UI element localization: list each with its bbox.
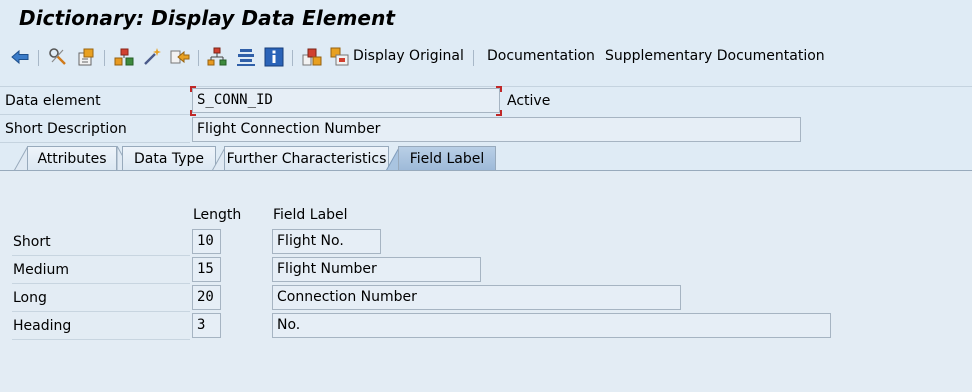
label-field-long[interactable]: Connection Number: [272, 285, 681, 310]
field-label-panel: Length Field Label Short 10 Flight No. M…: [0, 170, 972, 392]
list-icon[interactable]: [236, 47, 256, 67]
short-description-label: Short Description: [5, 121, 127, 137]
label-field-heading[interactable]: No.: [272, 313, 831, 338]
activate-icon[interactable]: [76, 47, 96, 67]
row-label-medium: Medium: [13, 262, 69, 278]
focus-corner: [190, 86, 196, 92]
toolbar-separator: [473, 50, 474, 66]
tab-edge: [14, 146, 28, 171]
length-column-header: Length: [193, 207, 242, 223]
length-field-long[interactable]: 20: [192, 285, 221, 310]
tab-data-type[interactable]: Data Type: [122, 146, 216, 171]
navigate-icon[interactable]: [170, 47, 190, 67]
divider: [0, 142, 190, 143]
tab-field-label[interactable]: Field Label: [398, 146, 496, 171]
short-description-field[interactable]: Flight Connection Number: [192, 117, 801, 142]
data-element-field[interactable]: S_CONN_ID: [192, 88, 500, 113]
divider: [12, 283, 190, 284]
back-icon[interactable]: [10, 47, 30, 67]
focus-corner: [190, 110, 196, 116]
row-label-short: Short: [13, 234, 51, 250]
divider: [12, 311, 190, 312]
row-label-heading: Heading: [13, 318, 72, 334]
label-field-short[interactable]: Flight No.: [272, 229, 381, 254]
tab-strip: Attributes Data Type Further Characteris…: [0, 146, 972, 172]
toolbar-separator: [292, 50, 293, 66]
window-title: Dictionary: Display Data Element: [19, 6, 396, 30]
length-field-medium[interactable]: 15: [192, 257, 221, 282]
label-field-medium[interactable]: Flight Number: [272, 257, 481, 282]
length-field-short[interactable]: 10: [192, 229, 221, 254]
magic-wand-icon[interactable]: [142, 47, 162, 67]
divider: [0, 86, 972, 87]
hierarchy-icon[interactable]: [207, 47, 227, 67]
length-field-heading[interactable]: 3: [192, 313, 221, 338]
toolbar-separator: [198, 50, 199, 66]
other-object-icon[interactable]: [302, 47, 322, 67]
documentation-button[interactable]: Documentation: [487, 48, 595, 64]
status-text: Active: [507, 93, 551, 109]
info-icon[interactable]: [264, 47, 284, 67]
display-change-icon[interactable]: [48, 47, 68, 67]
divider: [0, 114, 190, 115]
supplementary-documentation-button[interactable]: Supplementary Documentation: [605, 48, 825, 64]
data-element-label: Data element: [5, 93, 101, 109]
focus-corner: [496, 110, 502, 116]
tab-attributes[interactable]: Attributes: [27, 146, 117, 171]
title-bar: Dictionary: Display Data Element: [0, 0, 972, 36]
where-used-icon[interactable]: [114, 47, 134, 67]
toolbar-separator: [38, 50, 39, 66]
divider: [12, 339, 190, 340]
display-original-icon[interactable]: [330, 47, 350, 67]
display-original-button[interactable]: Display Original: [353, 48, 464, 64]
toolbar-separator: [104, 50, 105, 66]
tab-further-characteristics[interactable]: Further Characteristics: [224, 146, 389, 171]
field-label-column-header: Field Label: [273, 207, 348, 223]
row-label-long: Long: [13, 290, 47, 306]
focus-corner: [496, 86, 502, 92]
divider: [12, 255, 190, 256]
application-toolbar: Display Original Documentation Supplemen…: [0, 38, 972, 76]
